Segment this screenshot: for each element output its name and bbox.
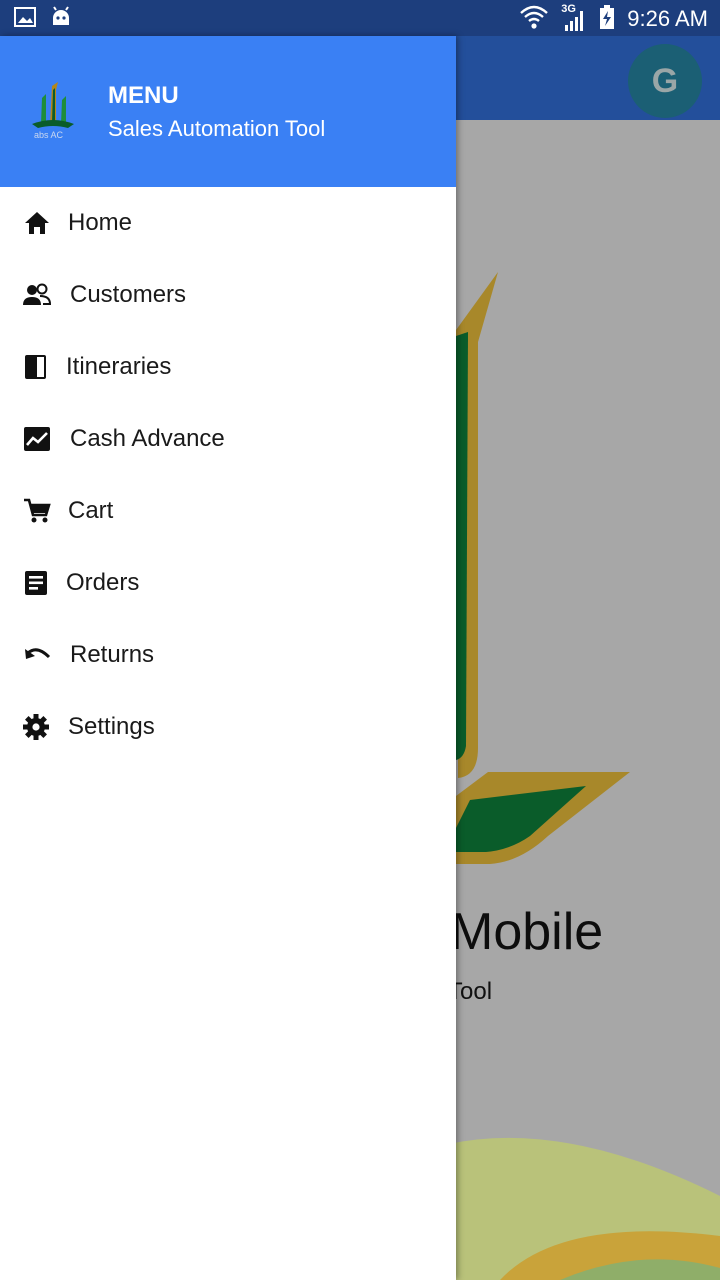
drawer-subtitle: Sales Automation Tool: [108, 116, 326, 141]
menu-item-orders[interactable]: Orders: [0, 547, 456, 619]
menu-item-label: Customers: [70, 281, 187, 308]
status-time: 9:26 AM: [627, 6, 708, 31]
menu-item-label: Cart: [68, 497, 114, 524]
home-icon: [25, 212, 49, 234]
menu-item-label: Settings: [68, 713, 155, 740]
menu-item-label: Home: [68, 209, 133, 236]
drawer-title: MENU: [108, 82, 179, 109]
menu-item-itineraries[interactable]: Itineraries: [0, 331, 456, 403]
book-icon: [25, 355, 46, 379]
undo-icon: [25, 648, 51, 659]
drawer-header: abs AC MENU Sales Automation Tool: [0, 36, 456, 187]
menu-item-label: Returns: [70, 641, 155, 668]
trending-icon: [24, 427, 50, 451]
menu-item-cart[interactable]: Cart: [0, 475, 456, 547]
menu-item-label: Orders: [66, 569, 140, 596]
receipt-icon: [25, 571, 47, 595]
drawer-menu: Home Customers Itineraries Cash Advance …: [0, 187, 456, 763]
menu-item-settings[interactable]: Settings: [0, 691, 456, 763]
status-bar: 3G 9:26 AM: [0, 0, 720, 36]
wifi-icon: [519, 4, 549, 34]
cell-signal-icon: 3G: [561, 3, 587, 33]
menu-item-home[interactable]: Home: [0, 187, 456, 259]
menu-item-label: Itineraries: [66, 353, 172, 380]
menu-item-cash-advance[interactable]: Cash Advance: [0, 403, 456, 475]
android-notification-icon: [50, 6, 72, 32]
menu-item-label: Cash Advance: [70, 425, 225, 452]
app-logo-icon: abs AC: [32, 82, 74, 140]
gallery-notification-icon: [14, 7, 36, 31]
cart-icon: [24, 498, 51, 523]
battery-charging-icon: [599, 5, 615, 33]
gear-icon: [23, 714, 49, 740]
menu-item-returns[interactable]: Returns: [0, 619, 456, 691]
splash-title: Mobile: [450, 903, 604, 961]
navigation-drawer: abs AC MENU Sales Automation Tool Home C…: [0, 36, 456, 1280]
svg-text:abs AC: abs AC: [34, 130, 64, 140]
menu-item-customers[interactable]: Customers: [0, 259, 456, 331]
people-icon: [23, 283, 52, 305]
